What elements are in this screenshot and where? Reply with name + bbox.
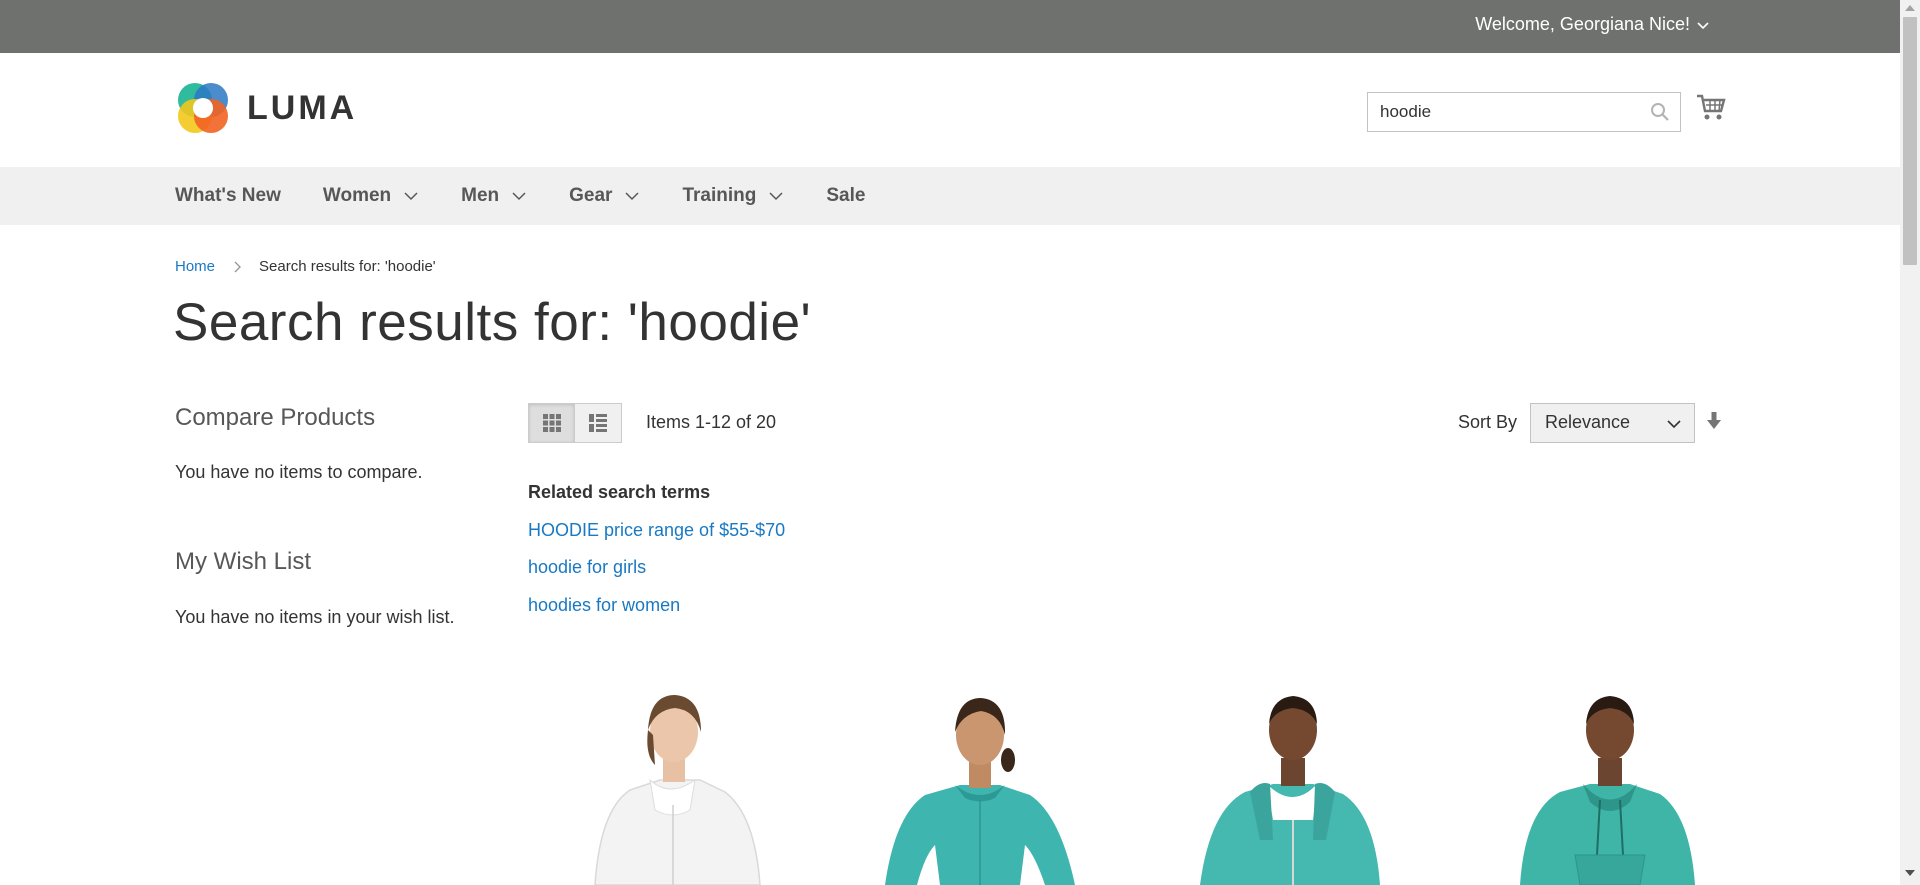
page-scrollbar[interactable] <box>1900 0 1920 885</box>
chevron-down-icon <box>404 192 418 201</box>
sort-arrow-icon[interactable] <box>1706 411 1722 431</box>
welcome-text: Welcome, Georgiana Nice! <box>1475 14 1690 34</box>
nav-label: Women <box>322 185 392 206</box>
related-search-link[interactable]: hoodie for girls <box>528 557 646 578</box>
product-photo-teal-hoodie <box>885 698 1075 885</box>
related-search-title: Related search terms <box>528 482 711 502</box>
product-photo-white-hoodie <box>594 695 761 885</box>
top-bar: Welcome, Georgiana Nice! <box>0 0 1900 53</box>
wishlist-empty-text: You have no items in your wish list. <box>175 607 455 627</box>
wishlist-title: My Wish List <box>175 548 312 575</box>
nav-item-women[interactable]: Women <box>323 185 419 207</box>
sort-by-select[interactable]: Relevance <box>1530 403 1695 443</box>
view-mode-switcher <box>528 403 622 443</box>
chevron-right-icon <box>234 261 242 272</box>
related-search-link[interactable]: HOODIE price range of $55-$70 <box>528 520 785 541</box>
product-image[interactable] <box>1495 680 1725 885</box>
nav-item-men[interactable]: Men <box>461 185 527 207</box>
breadcrumb: Home Search results for: 'hoodie' <box>175 258 436 275</box>
nav-label: Gear <box>569 185 613 206</box>
logo[interactable]: LUMA <box>175 80 357 136</box>
search-box <box>1367 92 1681 132</box>
product-image[interactable] <box>555 680 785 885</box>
scrollbar-thumb[interactable] <box>1903 17 1917 265</box>
luma-logo-icon <box>178 83 228 133</box>
grid-icon <box>542 414 561 432</box>
search-input[interactable] <box>1368 93 1638 131</box>
chevron-down-icon <box>769 192 783 201</box>
nav-item-whats-new[interactable]: What's New <box>175 185 281 207</box>
page-header: LUMA <box>0 53 1900 167</box>
nav-item-sale[interactable]: Sale <box>826 185 865 207</box>
welcome-menu[interactable]: Welcome, Georgiana Nice! <box>1475 14 1710 35</box>
page-title: Search results for: 'hoodie' <box>173 293 812 352</box>
breadcrumb-home-link[interactable]: Home <box>175 258 215 275</box>
main-navigation: What's New Women Men Gear Training Sale <box>0 167 1900 225</box>
chevron-down-icon <box>1697 21 1709 29</box>
related-search-link[interactable]: hoodies for women <box>528 595 680 616</box>
nav-label: Training <box>682 185 757 206</box>
product-photo-teal-zip-hoodie <box>1200 696 1380 885</box>
toolbar-amount: Items 1-12 of 20 <box>646 412 777 432</box>
compare-products-title: Compare Products <box>175 404 376 431</box>
nav-item-training[interactable]: Training <box>682 185 784 207</box>
chevron-down-icon <box>512 192 526 201</box>
breadcrumb-current: Search results for: 'hoodie' <box>259 258 436 275</box>
nav-item-gear[interactable]: Gear <box>569 185 640 207</box>
nav-label: What's New <box>175 185 281 206</box>
sort-by-label: Sort By <box>1458 412 1518 432</box>
grid-view-button[interactable] <box>528 403 575 443</box>
cart-icon[interactable] <box>1696 93 1726 121</box>
search-icon[interactable] <box>1650 102 1670 122</box>
logo-text: LUMA <box>247 88 358 127</box>
sort-by-value: Relevance <box>1545 412 1631 432</box>
chevron-down-icon <box>1667 420 1681 429</box>
list-icon <box>589 414 607 432</box>
product-photo-teal-pullover-hoodie <box>1520 696 1695 885</box>
compare-empty-text: You have no items to compare. <box>175 462 423 482</box>
nav-label: Sale <box>826 185 866 206</box>
list-view-button[interactable] <box>575 403 622 443</box>
nav-label: Men <box>461 185 500 206</box>
product-image[interactable] <box>865 680 1095 885</box>
product-image[interactable] <box>1175 680 1405 885</box>
scroll-up-arrow-icon[interactable] <box>1905 5 1915 11</box>
chevron-down-icon <box>625 192 639 201</box>
scroll-down-arrow-icon[interactable] <box>1905 870 1915 876</box>
